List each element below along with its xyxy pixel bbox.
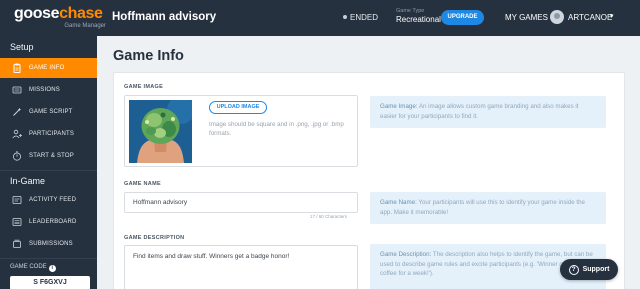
top-bar: goosechase Game Manager Hoffmann advisor… xyxy=(0,0,640,36)
upload-image-help: Image should be square and in .png, .jpg… xyxy=(209,121,344,137)
game-type-label: Game Type xyxy=(396,8,425,14)
goosechase-logo[interactable]: goosechase Game Manager xyxy=(14,5,106,29)
game-description-textarea[interactable]: Find items and draw stuff. Winners get a… xyxy=(124,245,358,289)
game-image-field: UPLOAD IMAGE Image should be square and … xyxy=(124,95,358,167)
game-type-value: Recreational xyxy=(396,15,441,24)
sidebar-item-start-stop[interactable]: START & STOP xyxy=(0,146,97,166)
clipboard-icon xyxy=(12,63,22,73)
game-code-box[interactable]: S F6GXVJ xyxy=(10,276,90,289)
submissions-icon xyxy=(12,239,22,249)
game-image-tip: Game Image: An image allows custom game … xyxy=(370,96,606,128)
support-label: Support xyxy=(582,266,610,273)
game-description-label: GAME DESCRIPTION xyxy=(124,235,185,241)
magic-wand-icon xyxy=(12,107,22,117)
sidebar-item-game-info[interactable]: GAME INFO xyxy=(0,58,97,78)
game-code-label: GAME CODE i xyxy=(10,264,56,272)
my-games-link[interactable]: MY GAMES xyxy=(505,13,548,22)
game-name-tip: Game Name: Your participants will use th… xyxy=(370,192,606,224)
sidebar-item-label: START & STOP xyxy=(29,153,74,159)
setup-heading: Setup xyxy=(10,42,34,52)
sidebar-divider xyxy=(0,170,97,171)
sidebar-item-label: PARTICIPANTS xyxy=(29,131,75,137)
account-menu[interactable]: ARTCANOE xyxy=(568,13,612,22)
feed-icon xyxy=(12,195,22,205)
chevron-down-icon[interactable]: ▾ xyxy=(610,12,614,20)
char-count: 17 / 60 Characters xyxy=(310,214,348,219)
stopwatch-icon xyxy=(12,151,22,161)
game-name-value: Hoffmann advisory xyxy=(133,199,188,206)
game-image-thumbnail xyxy=(129,100,192,163)
upgrade-button[interactable]: UPGRADE xyxy=(441,10,484,25)
sidebar-item-label: SUBMISSIONS xyxy=(29,241,73,247)
game-info-card: GAME IMAGE UPLOAD IMAGE Image should be … xyxy=(113,72,625,289)
game-type: Game Type Recreational xyxy=(396,8,441,24)
sidebar-item-label: GAME INFO xyxy=(29,65,65,71)
sidebar-item-missions[interactable]: MISSIONS xyxy=(0,80,97,100)
sidebar-item-game-script[interactable]: GAME SCRIPT xyxy=(0,102,97,122)
sidebar: Setup GAME INFO MISSIONS GAME SCRIPT PAR… xyxy=(0,36,97,289)
game-name-input[interactable]: Hoffmann advisory xyxy=(124,192,358,213)
game-image-label: GAME IMAGE xyxy=(124,84,164,90)
sidebar-item-label: LEADERBOARD xyxy=(29,219,77,225)
list-icon xyxy=(12,85,22,95)
sidebar-item-label: MISSIONS xyxy=(29,87,60,93)
support-button[interactable]: ? Support xyxy=(560,259,618,280)
logo-wordmark: goosechase xyxy=(14,5,103,22)
info-icon[interactable]: i xyxy=(48,265,56,272)
sidebar-item-label: ACTIVITY FEED xyxy=(29,197,77,203)
sidebar-item-label: GAME SCRIPT xyxy=(29,109,73,115)
game-status: ENDED xyxy=(343,13,378,22)
in-game-heading: In-Game xyxy=(10,176,46,186)
leaderboard-icon xyxy=(12,217,22,227)
game-title: Hoffmann advisory xyxy=(112,11,217,23)
sidebar-divider xyxy=(0,258,97,259)
sidebar-item-participants[interactable]: PARTICIPANTS xyxy=(0,124,97,144)
question-icon: ? xyxy=(568,264,579,275)
logo-subtitle: Game Manager xyxy=(64,23,106,29)
avatar[interactable] xyxy=(550,10,564,24)
game-description-value: Find items and draw stuff. Winners get a… xyxy=(133,253,290,260)
status-dot-icon xyxy=(343,15,347,19)
add-user-icon xyxy=(12,129,22,139)
sidebar-item-leaderboard[interactable]: LEADERBOARD xyxy=(0,212,97,232)
upload-image-button[interactable]: UPLOAD IMAGE xyxy=(209,101,267,114)
page-title: Game Info xyxy=(113,48,184,64)
sidebar-item-activity-feed[interactable]: ACTIVITY FEED xyxy=(0,190,97,210)
game-name-label: GAME NAME xyxy=(124,181,161,187)
sidebar-item-submissions[interactable]: SUBMISSIONS xyxy=(0,234,97,254)
